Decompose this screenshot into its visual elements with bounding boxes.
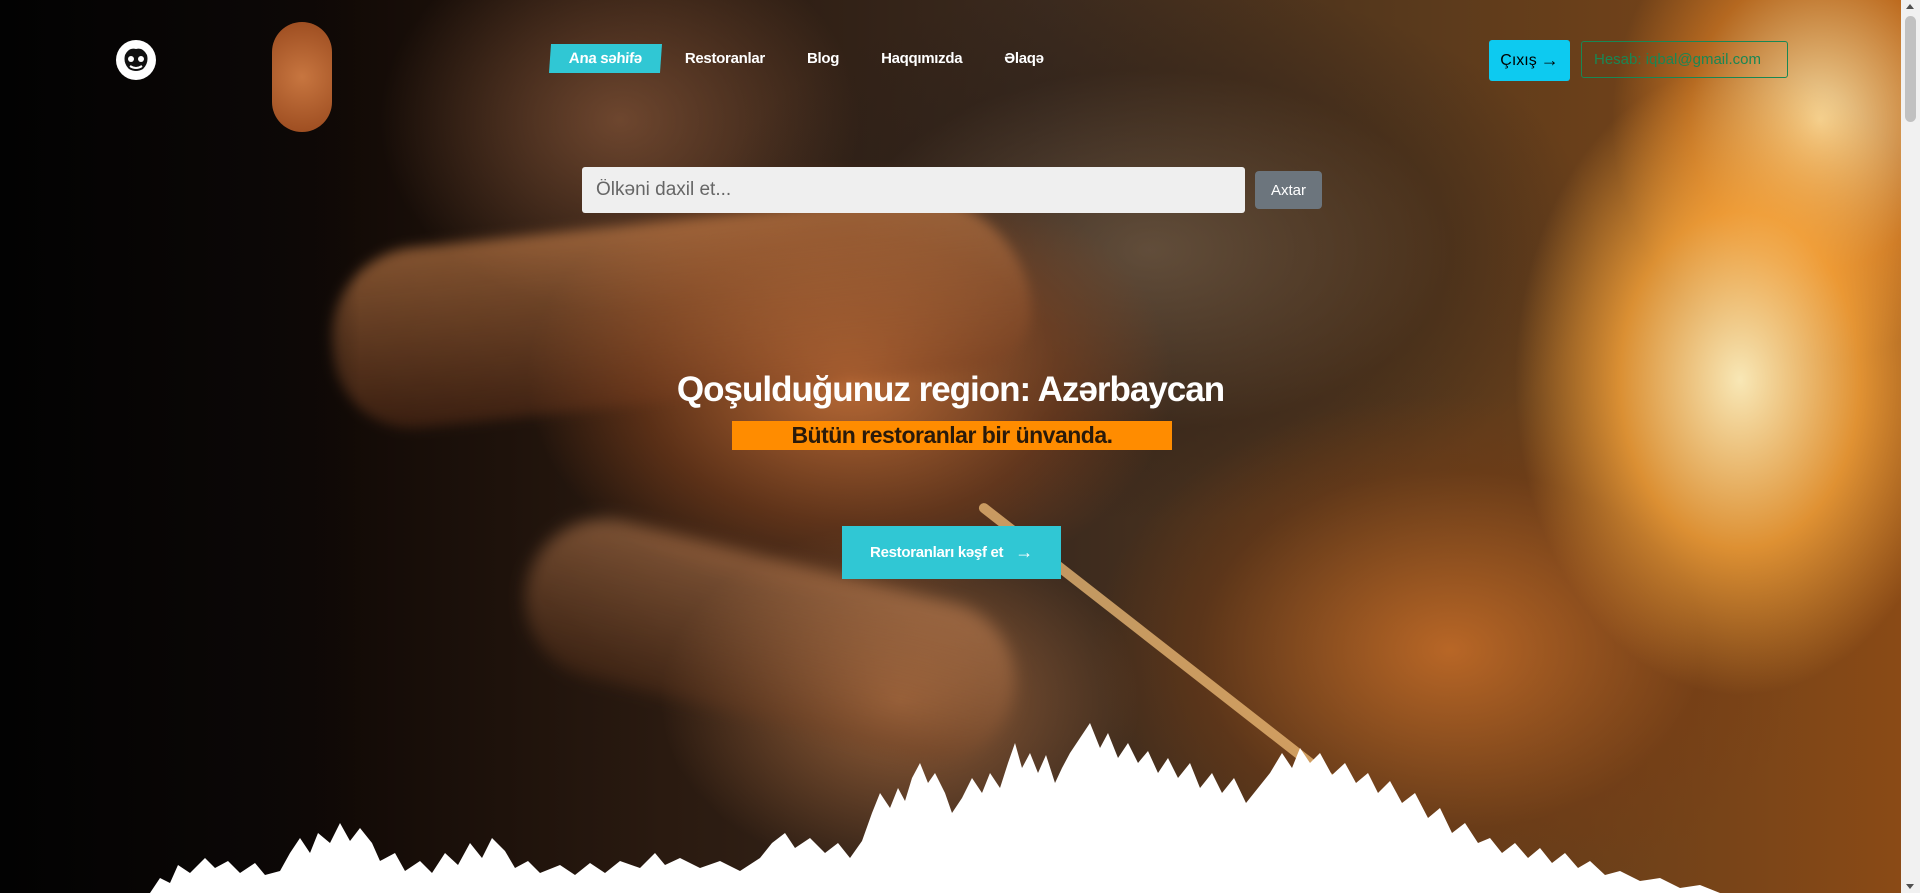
search-button[interactable]: Axtar [1255, 171, 1322, 209]
nav-item-blog[interactable]: Blog [789, 44, 857, 73]
site-logo[interactable] [116, 40, 156, 80]
chef-face-icon [120, 44, 152, 76]
main-navigation: Ana səhifə Restoranlar Blog Haqqımızda Ə… [548, 44, 1068, 73]
arrow-right-icon: → [1540, 50, 1559, 70]
hero-image-patch [272, 22, 332, 132]
logout-button[interactable]: Çıxış → [1489, 40, 1570, 81]
country-search-input[interactable] [582, 167, 1245, 213]
scroll-up-arrow-icon[interactable] [1906, 4, 1914, 9]
logout-label: Çıxış [1500, 51, 1537, 69]
arrow-right-icon: → [1015, 542, 1033, 562]
hero-title: Qoşulduğunuz region: Azərbaycan [676, 370, 1225, 409]
page-scrollbar[interactable] [1901, 0, 1920, 893]
nav-item-home[interactable]: Ana səhifə [548, 44, 662, 73]
nav-item-about[interactable]: Haqqımızda [863, 44, 980, 73]
nav-item-contact[interactable]: Əlaqə [986, 44, 1061, 73]
cta-label: Restoranları kəşf et [870, 544, 1004, 561]
hero-subtitle-banner: Bütün restoranlar bir ünvanda. [732, 421, 1172, 450]
scroll-down-arrow-icon[interactable] [1906, 884, 1914, 889]
nav-item-restaurants[interactable]: Restoranlar [667, 44, 783, 73]
scrollbar-thumb[interactable] [1905, 16, 1916, 122]
forest-silhouette-divider [150, 723, 1720, 893]
explore-restaurants-button[interactable]: Restoranları kəşf et → [842, 526, 1061, 579]
hero-subtitle: Bütün restoranlar bir ünvanda. [791, 422, 1113, 448]
account-button[interactable]: Hesab: iqbal@gmail.com [1581, 41, 1788, 78]
account-label: Hesab: iqbal@gmail.com [1594, 51, 1761, 68]
